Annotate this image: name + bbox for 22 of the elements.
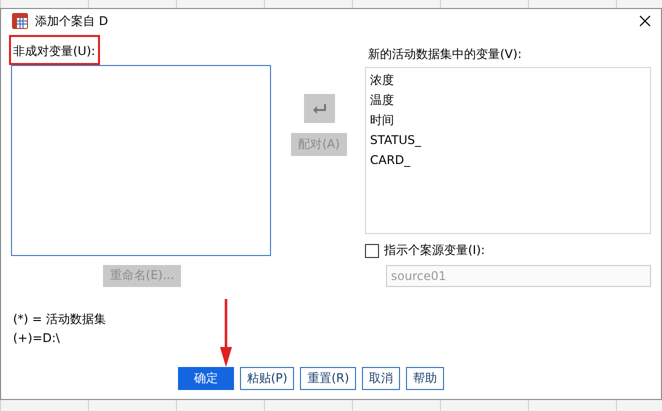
dialog-button[interactable]: 取消: [362, 367, 400, 390]
checkbox[interactable]: [365, 244, 379, 258]
list-item[interactable]: STATUS_: [370, 130, 646, 150]
list-item[interactable]: 时间: [370, 110, 646, 130]
highlighted-label: 非成对变量(U):: [9, 35, 100, 65]
dialog-button[interactable]: 重置(R): [300, 367, 356, 390]
app-icon: [11, 12, 29, 30]
move-button[interactable]: [304, 94, 334, 123]
list-item[interactable]: 温度: [370, 90, 646, 110]
arrow-annotation: [218, 299, 234, 367]
list-item[interactable]: CARD_: [370, 150, 646, 170]
left-arrow-icon: [312, 102, 326, 114]
dialog-button[interactable]: 粘贴(P): [240, 367, 294, 390]
dialog-button[interactable]: 帮助: [406, 367, 444, 390]
checkbox-label: 指示个案源变量(I):: [384, 242, 485, 259]
note-text: (+)=D:\: [13, 331, 61, 345]
list-item[interactable]: 浓度: [370, 70, 646, 90]
note-text: (*) = 活动数据集: [13, 311, 108, 328]
window-title: 添加个案自 D: [35, 12, 110, 30]
close-icon[interactable]: [639, 15, 651, 27]
dialog-button[interactable]: 确定: [178, 367, 234, 390]
list-label: 新的活动数据集中的变量(V):: [367, 46, 523, 63]
